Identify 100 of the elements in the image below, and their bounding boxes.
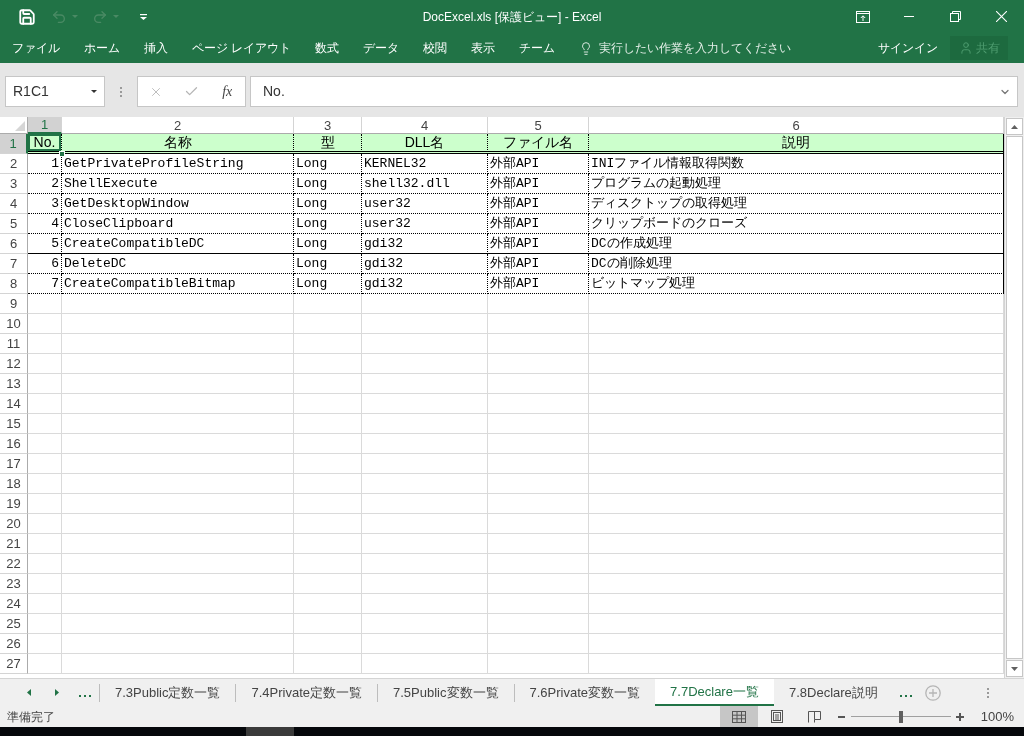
table-cell: 外部API xyxy=(488,194,589,214)
row-header[interactable]: 14 xyxy=(0,394,28,414)
table-cell: ビットマップ処理 xyxy=(589,274,1004,294)
ribbon-tab[interactable]: チーム xyxy=(507,33,568,63)
zoom-slider[interactable] xyxy=(850,710,951,723)
minus-icon xyxy=(838,715,846,718)
row-header[interactable]: 26 xyxy=(0,634,28,654)
window-title: DocExcel.xls [保護ビュー] - Excel xyxy=(422,8,602,26)
empty-cell xyxy=(294,434,362,454)
left-triangle-icon xyxy=(27,689,31,696)
plus-icon xyxy=(955,712,964,721)
ribbon-tab[interactable]: 校閲 xyxy=(411,33,460,63)
empty-cell xyxy=(294,354,362,374)
ribbon-tab[interactable]: 表示 xyxy=(459,33,508,63)
empty-cell xyxy=(294,514,362,534)
table-cell: Long xyxy=(294,194,362,214)
table-cell: 1 xyxy=(28,154,62,174)
ribbon-tab[interactable]: ファイル xyxy=(0,33,72,63)
empty-cell xyxy=(294,594,362,614)
row-header[interactable]: 3 xyxy=(0,174,28,194)
fill-handle[interactable] xyxy=(59,151,65,157)
sign-in-link[interactable]: サインイン xyxy=(868,33,948,63)
row-header[interactable]: 23 xyxy=(0,574,28,594)
ribbon-tab[interactable]: ページ レイアウト xyxy=(180,33,304,63)
table-cell: ShellExecute xyxy=(62,174,294,194)
column-header[interactable]: 3 xyxy=(294,117,362,134)
formula-field[interactable]: No. xyxy=(250,76,1018,107)
row-header[interactable]: 16 xyxy=(0,434,28,454)
slider-thumb[interactable] xyxy=(898,710,903,723)
table-cell: Long xyxy=(294,154,362,174)
row-header[interactable]: 15 xyxy=(0,414,28,434)
column-header[interactable]: 6 xyxy=(589,117,1004,134)
empty-cell xyxy=(294,294,362,314)
empty-cell xyxy=(294,654,362,674)
vertical-scrollbar[interactable] xyxy=(1004,117,1024,678)
row-header[interactable]: 1 xyxy=(0,134,28,154)
table-cell: 外部API xyxy=(488,274,589,294)
scrollbar-thumb[interactable] xyxy=(1006,136,1023,659)
table-cell: KERNEL32 xyxy=(362,154,488,174)
row-header[interactable]: 6 xyxy=(0,234,28,254)
scroll-down-button[interactable] xyxy=(1006,660,1023,677)
empty-cell xyxy=(294,334,362,354)
plus-circle-icon xyxy=(924,684,941,701)
sheet-tab[interactable]: 7.7Declare一覧 xyxy=(655,679,774,706)
status-text: 準備完了 xyxy=(6,708,55,726)
header-cell: 型 xyxy=(294,134,362,154)
empty-cell xyxy=(294,474,362,494)
row-header[interactable]: 2 xyxy=(0,154,28,174)
row-header[interactable]: 9 xyxy=(0,294,28,314)
column-header[interactable]: 2 xyxy=(62,117,294,134)
column-header[interactable]: 5 xyxy=(488,117,589,134)
view-button[interactable] xyxy=(719,706,758,727)
row-header[interactable]: 22 xyxy=(0,554,28,574)
row-header[interactable]: 24 xyxy=(0,594,28,614)
empty-cell xyxy=(294,314,362,334)
row-header[interactable]: 4 xyxy=(0,194,28,214)
header-cell: 説明 xyxy=(589,134,1004,154)
sheet-tab[interactable]: 7.5Public変数一覧 xyxy=(378,679,514,706)
table-cell: 4 xyxy=(28,214,62,234)
ribbon-tab[interactable]: 数式 xyxy=(303,33,352,63)
name-box[interactable]: R1C1 xyxy=(5,76,105,107)
ribbon-tab[interactable]: ホーム xyxy=(72,33,132,63)
sheet-tab[interactable]: 7.4Private定数一覧 xyxy=(236,679,378,706)
row-header[interactable]: 8 xyxy=(0,274,28,294)
table-cell: 外部API xyxy=(488,174,589,194)
row-header[interactable]: 12 xyxy=(0,354,28,374)
row-header[interactable]: 7 xyxy=(0,254,28,274)
column-header[interactable]: 4 xyxy=(362,117,488,134)
header-cell: 名称 xyxy=(62,134,294,154)
tell-me-field[interactable]: 実行したい作業を入力してください xyxy=(567,33,804,63)
minimize-icon xyxy=(904,16,914,17)
sheet-tab[interactable]: 7.3Public定数一覧 xyxy=(100,679,236,706)
row-header[interactable]: 27 xyxy=(0,654,28,674)
table-cell: 2 xyxy=(28,174,62,194)
table-cell: gdi32 xyxy=(362,234,488,254)
row-header[interactable]: 20 xyxy=(0,514,28,534)
row-header[interactable]: 19 xyxy=(0,494,28,514)
ribbon-tab[interactable]: データ xyxy=(351,33,412,63)
row-header[interactable]: 18 xyxy=(0,474,28,494)
row-header[interactable]: 13 xyxy=(0,374,28,394)
insert-function-button[interactable]: fx xyxy=(209,77,245,106)
row-header[interactable]: 25 xyxy=(0,614,28,634)
row-header[interactable]: 10 xyxy=(0,314,28,334)
caret-icon xyxy=(113,15,119,18)
scroll-up-button[interactable] xyxy=(1006,118,1023,135)
empty-cell xyxy=(294,494,362,514)
row-header[interactable]: 11 xyxy=(0,334,28,354)
table-cell: CloseClipboard xyxy=(62,214,294,234)
sheet-tab[interactable]: 7.6Private変数一覧 xyxy=(514,679,656,706)
row-header[interactable]: 21 xyxy=(0,534,28,554)
ribbon-tab[interactable]: 挿入 xyxy=(132,33,180,63)
row-header[interactable]: 5 xyxy=(0,214,28,234)
right-triangle-icon xyxy=(55,689,59,696)
row-header[interactable]: 17 xyxy=(0,454,28,474)
sheet-tab[interactable]: 7.8Declare説明 xyxy=(773,679,893,706)
zoom-level-button[interactable]: 100% xyxy=(966,706,1024,727)
table-cell: GetPrivateProfileString xyxy=(62,154,294,174)
column-header[interactable]: 1 xyxy=(28,117,62,134)
table-cell: gdi32 xyxy=(362,254,488,274)
table-cell: ディスクトップの取得処理 xyxy=(589,194,1004,214)
